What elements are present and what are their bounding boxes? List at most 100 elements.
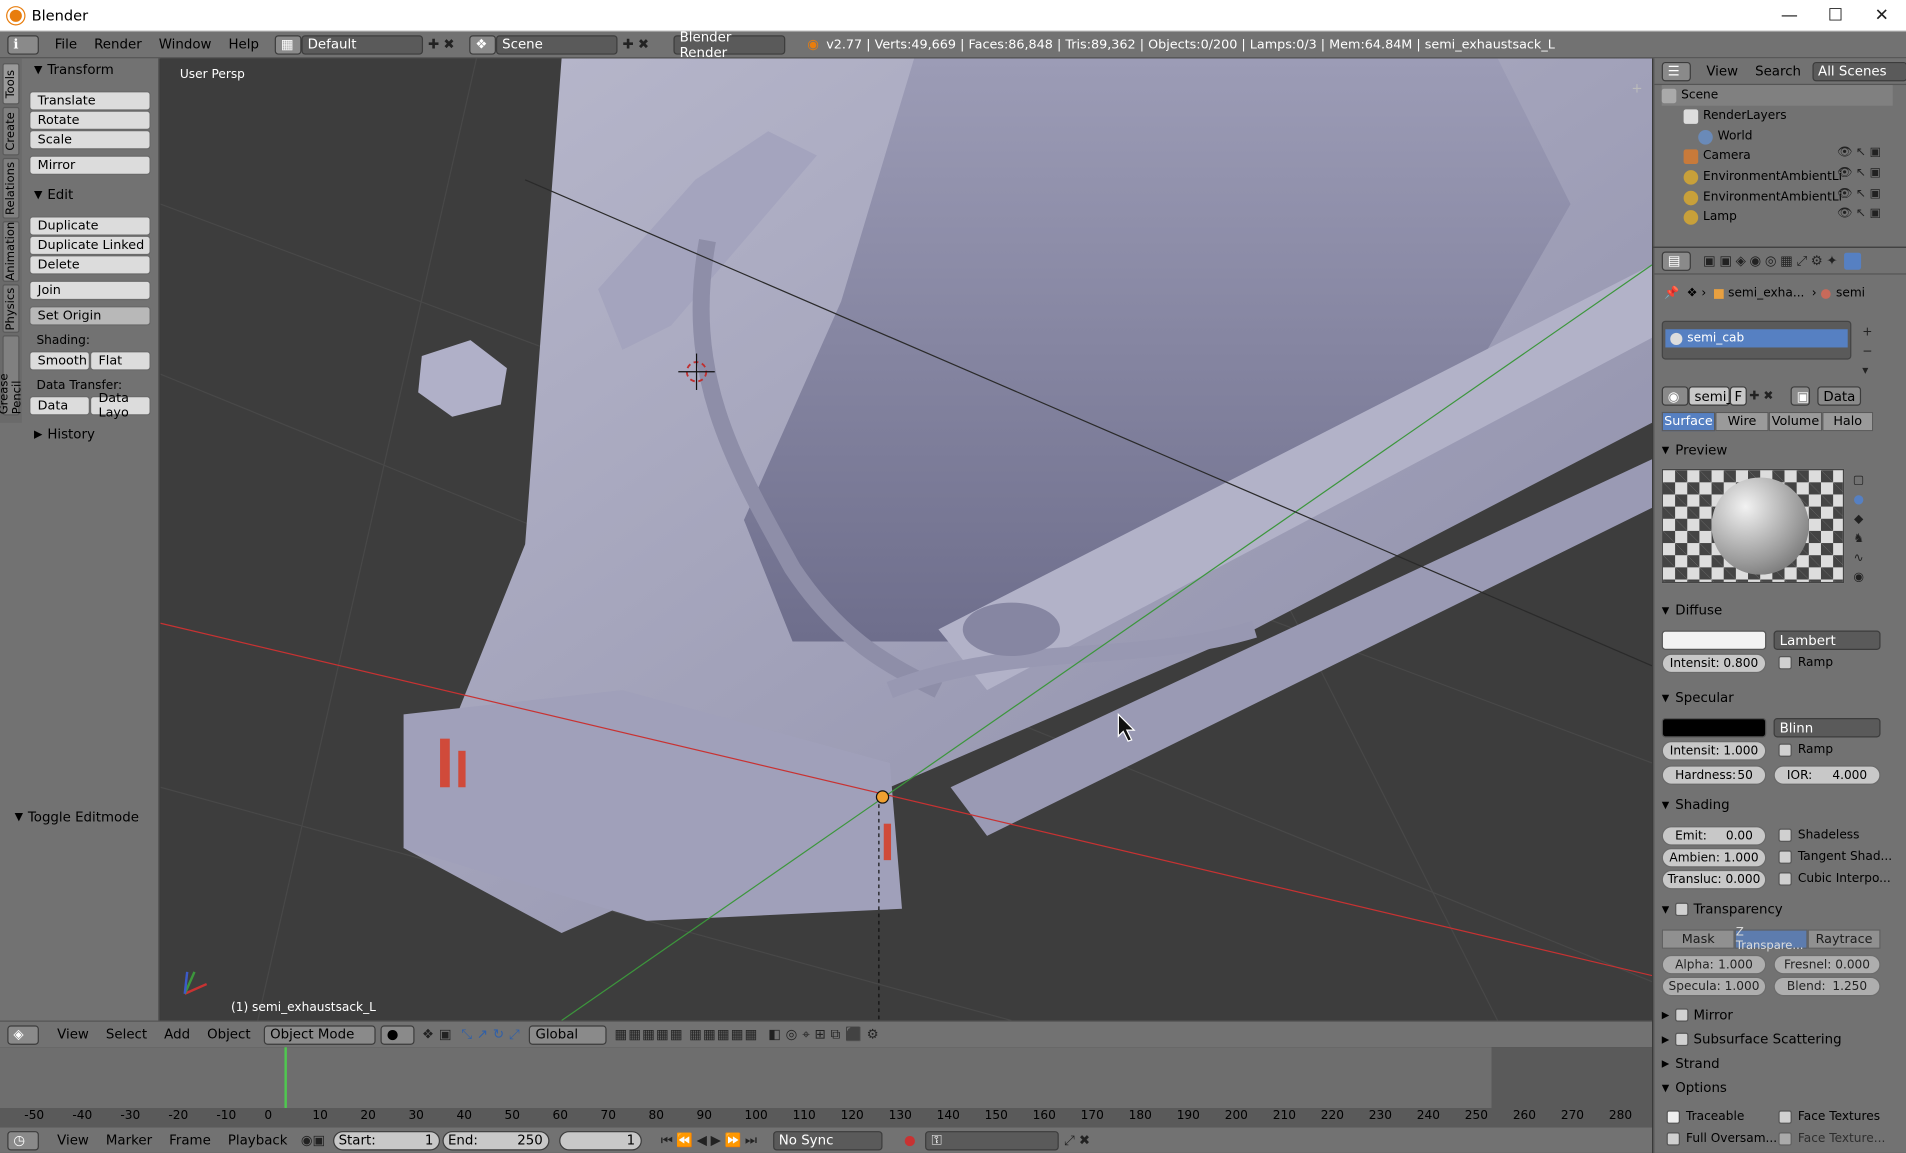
tab-tools[interactable]: Tools	[2, 63, 20, 105]
material-name-field[interactable]: semi_c	[1688, 386, 1741, 406]
editor-type-properties-icon[interactable]: ▤	[1661, 250, 1691, 271]
menu-select[interactable]: Select	[97, 1027, 155, 1043]
menu-view[interactable]: View	[49, 1027, 98, 1043]
viewport-corner-plus-icon[interactable]: +	[1631, 80, 1642, 96]
specular-intensity-field[interactable]: Intensit: 1.000	[1661, 741, 1767, 761]
shadeless-checkbox[interactable]	[1778, 828, 1792, 842]
translucency-field[interactable]: Transluc: 0.000	[1661, 869, 1767, 890]
menu-frame[interactable]: Frame	[161, 1132, 220, 1148]
menu-file[interactable]: File	[46, 36, 85, 52]
flat-button[interactable]: Flat	[89, 351, 151, 371]
data-transfer-button[interactable]: Data	[29, 396, 90, 416]
emit-field[interactable]: Emit: 0.00	[1661, 826, 1767, 846]
outliner-renderlayers[interactable]: RenderLayers	[1683, 106, 1906, 127]
set-origin-dropdown[interactable]: Set Origin	[29, 306, 151, 326]
outliner-view-menu[interactable]: View	[1698, 63, 1747, 79]
close-button[interactable]: ✕	[1859, 0, 1905, 32]
fresnel-field[interactable]: Fresnel: 0.000	[1773, 954, 1881, 975]
maximize-button[interactable]: ☐	[1812, 0, 1858, 32]
scene-icon[interactable]: ❖	[469, 34, 497, 55]
visibility-icons[interactable]: 👁↖▣	[1837, 187, 1886, 200]
specular-alpha-field[interactable]: Specula: 1.000	[1661, 976, 1767, 997]
scene-selector[interactable]: Scene	[496, 34, 618, 55]
material-tab-icon[interactable]	[1843, 252, 1861, 270]
tab-grease-pencil[interactable]: Grease Pencil	[0, 335, 24, 416]
tab-volume[interactable]: Volume	[1768, 411, 1823, 432]
start-frame-field[interactable]: Start: 1	[332, 1130, 440, 1150]
properties-context-tabs[interactable]: ▣▣◈◉◎▦⤢⚙✦	[1703, 252, 1841, 269]
tab-halo[interactable]: Halo	[1822, 411, 1874, 432]
menu-render[interactable]: Render	[86, 36, 151, 52]
menu-tl-view[interactable]: View	[49, 1132, 98, 1148]
visibility-icons[interactable]: 👁↖▣	[1837, 146, 1886, 159]
layout-selector[interactable]: Default	[301, 34, 424, 55]
transparency-checkbox[interactable]	[1675, 902, 1689, 917]
outliner-search-menu[interactable]: Search	[1747, 63, 1810, 79]
playback-controls[interactable]: ⏮⏪◀▶⏩⏭	[661, 1132, 761, 1149]
outliner-filter-selector[interactable]: All Scenes	[1811, 61, 1906, 81]
record-icon[interactable]: ●	[904, 1132, 916, 1148]
menu-add[interactable]: Add	[156, 1027, 199, 1043]
transparency-panel-header[interactable]: ▼ Transparency	[1662, 901, 1783, 917]
pin-icon[interactable]: 📌	[1664, 287, 1679, 300]
blend-field[interactable]: Blend: 1.250	[1773, 976, 1881, 997]
scale-button[interactable]: Scale	[29, 129, 151, 150]
tab-physics[interactable]: Physics	[2, 284, 20, 333]
z-transparency-button[interactable]: Z Transpare...	[1734, 926, 1808, 952]
slot-add-remove-icons[interactable]: + − ▾	[1862, 323, 1879, 381]
outliner-world[interactable]: World	[1698, 126, 1906, 147]
smooth-button[interactable]: Smooth	[29, 351, 90, 371]
shading-panel-header[interactable]: ▼ Shading	[1662, 797, 1730, 813]
cubic-interp-checkbox[interactable]	[1778, 872, 1792, 886]
material-browse-icon[interactable]: ◉	[1661, 386, 1689, 406]
sss-panel-header[interactable]: ▶ Subsurface Scattering	[1662, 1031, 1842, 1047]
fake-user-button[interactable]: F	[1729, 386, 1747, 406]
strand-panel-header[interactable]: ▶ Strand	[1662, 1056, 1720, 1072]
menu-playback[interactable]: Playback	[219, 1132, 296, 1148]
minimize-button[interactable]: —	[1766, 0, 1812, 32]
menu-marker[interactable]: Marker	[97, 1132, 160, 1148]
menu-window[interactable]: Window	[150, 36, 220, 52]
rotate-button[interactable]: Rotate	[29, 110, 151, 130]
translate-button[interactable]: Translate	[29, 91, 151, 111]
object-origin-icon[interactable]	[875, 790, 890, 804]
transform-panel-header[interactable]: ▼ Transform	[34, 62, 114, 78]
layer-buttons[interactable]: ▦▦▦▦▦ ▦▦▦▦▦	[614, 1027, 758, 1043]
diffuse-panel-header[interactable]: ▼ Diffuse	[1662, 603, 1722, 619]
hardness-field[interactable]: Hardness: 50	[1661, 765, 1767, 785]
preview-range-icon[interactable]: ◉▣	[301, 1132, 325, 1148]
node-toggle-icon[interactable]: ▣	[1790, 386, 1811, 406]
tab-surface[interactable]: Surface	[1661, 411, 1716, 432]
edit-panel-header[interactable]: ▼ Edit	[34, 187, 73, 203]
layout-add-remove-icon[interactable]: ✚ ✖	[423, 36, 464, 52]
duplicate-linked-button[interactable]: Duplicate Linked	[29, 235, 151, 256]
specular-shader-selector[interactable]: Blinn	[1773, 718, 1881, 738]
alpha-field[interactable]: Alpha: 1.000	[1661, 954, 1767, 975]
material-add-remove-icons[interactable]: ✚ ✖	[1747, 389, 1783, 402]
pivot-icons[interactable]: ❖▣	[422, 1027, 456, 1043]
current-frame-line[interactable]	[284, 1047, 287, 1108]
snap-render-icons[interactable]: ◧◎⌖⊞⧉⬛⚙	[768, 1026, 883, 1043]
tab-wire[interactable]: Wire	[1715, 411, 1769, 432]
3d-viewport[interactable]: User Persp (1) semi_exhaustsack_L +	[160, 58, 1653, 1021]
editor-type-info-icon[interactable]: ℹ	[7, 34, 39, 55]
keying-set-field[interactable]: ⚿	[925, 1130, 1060, 1150]
face-textures-checkbox[interactable]	[1778, 1110, 1792, 1124]
ior-field[interactable]: IOR: 4.000	[1773, 765, 1881, 785]
join-button[interactable]: Join	[29, 280, 151, 301]
diffuse-intensity-field[interactable]: Intensit: 0.800	[1661, 653, 1767, 674]
diffuse-color-swatch[interactable]	[1661, 630, 1767, 650]
ambient-field[interactable]: Ambien: 1.000	[1661, 848, 1767, 868]
options-panel-header[interactable]: ▼ Options	[1662, 1080, 1727, 1096]
tab-relations[interactable]: Relations	[2, 157, 20, 219]
timeline-area[interactable]	[0, 1047, 1653, 1128]
history-panel-header[interactable]: ▶ History	[34, 426, 95, 442]
layout-icon[interactable]: ▦	[274, 34, 302, 55]
editor-type-timeline-icon[interactable]: ◷	[7, 1130, 39, 1150]
orientation-selector[interactable]: Global	[529, 1024, 608, 1045]
preview-shape-buttons[interactable]: ▢ ● ◆ ♞ ∿ ◉	[1849, 471, 1868, 588]
visibility-icons[interactable]: 👁↖▣	[1837, 207, 1886, 220]
menu-object[interactable]: Object	[199, 1027, 260, 1043]
material-slot-list[interactable]: semi_cab	[1661, 320, 1852, 360]
sss-checkbox[interactable]	[1675, 1032, 1689, 1047]
